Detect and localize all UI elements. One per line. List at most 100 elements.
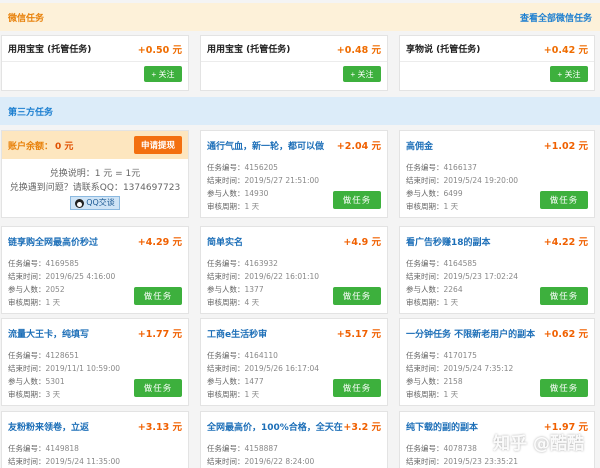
task-title[interactable]: 链享购全网最高价秒过 — [8, 235, 138, 248]
follow-button[interactable]: + 关注 — [144, 66, 182, 82]
task-end-value: 2019/5/24 11:35:00 — [45, 457, 121, 466]
task-id-value: 4078738 — [443, 444, 477, 453]
task-end-label: 结束时间： — [207, 364, 245, 373]
task-id-label: 任务编号： — [207, 351, 245, 360]
task-id-label: 任务编号： — [8, 351, 46, 360]
follow-button[interactable]: + 关注 — [550, 66, 588, 82]
task-id-value: 4163932 — [244, 259, 278, 268]
follow-button[interactable]: + 关注 — [343, 66, 381, 82]
task-reward: +3.13 元 — [137, 422, 182, 433]
wechat-task-title: 用用宝宝 (托管任务) — [207, 45, 291, 55]
help-contact-text: 兑换遇到问题？请联系QQ：1374697723 — [9, 183, 181, 193]
task-card[interactable]: 全网最高价，100%合格，全天在线审+3.2 元任务编号：4158887 结束时间… — [200, 411, 388, 468]
task-title[interactable]: 一分钟任务 不限新老用户的副本 — [406, 327, 544, 340]
task-id-label: 任务编号： — [406, 163, 444, 172]
wechat-task-reward: +0.42 元 — [543, 44, 588, 56]
wechat-task-card[interactable]: 用用宝宝 (托管任务) +0.48 元 + 关注 — [200, 35, 388, 91]
task-id-value: 4164110 — [244, 351, 278, 360]
wechat-section-header: 微信任务 查看全部微信任务 — [0, 3, 600, 31]
balance-label: 账户余额： — [8, 141, 54, 152]
task-card[interactable]: 通行气血，新一轮，都可以做 +2.04 元任务编号：4156205 结束时间：201… — [200, 130, 388, 218]
task-audit-value: 4 天 — [244, 298, 260, 307]
task-card[interactable]: 简单实名 +4.9 元任务编号：4163932 结束时间：2019/6/22 16:… — [200, 226, 388, 314]
task-id-label: 任务编号： — [207, 163, 245, 172]
task-people-value: 6499 — [443, 189, 463, 198]
task-end-label: 结束时间： — [406, 272, 444, 281]
task-reward: +1.77 元 — [137, 329, 182, 340]
task-card-header: 全网最高价，100%合格，全天在线审+3.2 元 — [201, 412, 387, 440]
task-id-value: 4128651 — [45, 351, 79, 360]
task-people-value: 2158 — [443, 377, 463, 386]
do-task-button[interactable]: 做任务 — [333, 287, 381, 305]
balance-amount: 0 元 — [55, 141, 74, 152]
withdraw-button[interactable]: 申请提现 — [133, 136, 182, 154]
task-card-header: 高佣金 +1.02 元 — [400, 131, 594, 159]
task-people-label: 参与人数： — [207, 189, 245, 198]
task-reward: +3.2 元 — [343, 422, 381, 433]
task-card-header: 流量大王卡，纯填写 +1.77 元 — [2, 319, 188, 347]
task-id-value: 4156205 — [244, 163, 278, 172]
task-title[interactable]: 通行气血，新一轮，都可以做 — [207, 139, 337, 152]
task-people-value: 1377 — [244, 285, 264, 294]
task-id-value: 4166137 — [443, 163, 477, 172]
task-end-value: 2019/5/24 19:20:00 — [443, 176, 519, 185]
task-audit-value: 1 天 — [443, 390, 459, 399]
task-title[interactable]: 高佣金 — [406, 139, 544, 152]
task-audit-label: 审核周期： — [207, 390, 245, 399]
task-end-value: 2019/5/23 17:02:24 — [443, 272, 519, 281]
task-end-label: 结束时间： — [207, 176, 245, 185]
task-end-value: 2019/5/23 23:35:21 — [443, 457, 519, 466]
task-card[interactable]: 一分钟任务 不限新老用户的副本 +0.62 元任务编号：4170175 结束时间：2… — [399, 318, 595, 406]
task-id-value: 4170175 — [443, 351, 477, 360]
wechat-task-title: 用用宝宝 (托管任务) — [8, 45, 92, 55]
view-all-wechat-link[interactable]: 查看全部微信任务 — [520, 11, 592, 24]
task-people-label: 参与人数： — [207, 377, 245, 386]
task-card[interactable]: 工商e生活秒审 +5.17 元任务编号：4164110 结束时间：2019/5/26… — [200, 318, 388, 406]
task-end-label: 结束时间： — [207, 457, 245, 466]
task-audit-value: 1 天 — [443, 298, 459, 307]
do-task-button[interactable]: 做任务 — [540, 287, 588, 305]
qq-chat-button[interactable]: QQ交谈 — [70, 196, 120, 210]
task-end-label: 结束时间： — [406, 457, 444, 466]
do-task-button[interactable]: 做任务 — [540, 191, 588, 209]
task-end-label: 结束时间： — [8, 457, 46, 466]
do-task-button[interactable]: 做任务 — [540, 379, 588, 397]
task-card[interactable]: 看广告秒赚18的副本 +4.22 元任务编号：4164585 结束时间：2019/5… — [399, 226, 595, 314]
task-people-label: 参与人数： — [406, 377, 444, 386]
task-title[interactable]: 工商e生活秒审 — [207, 327, 337, 340]
third-party-section-title: 第三方任务 — [8, 107, 54, 118]
task-audit-label: 审核周期： — [207, 202, 245, 211]
task-card[interactable]: 流量大王卡，纯填写 +1.77 元任务编号：4128651 结束时间：2019/11… — [1, 318, 189, 406]
task-people-label: 参与人数： — [207, 285, 245, 294]
task-title[interactable]: 友粉粉来领卷，立返 — [8, 420, 138, 433]
task-title[interactable]: 看广告秒赚18的副本 — [406, 235, 544, 248]
task-info: 任务编号：4149818 结束时间：2019/5/24 11:35:00 — [2, 440, 188, 468]
task-title[interactable]: 简单实名 — [207, 235, 343, 248]
task-audit-label: 审核周期： — [406, 202, 444, 211]
task-audit-label: 审核周期： — [8, 390, 46, 399]
task-end-value: 2019/6/25 4:16:00 — [45, 272, 116, 281]
do-task-button[interactable]: 做任务 — [134, 287, 182, 305]
wechat-task-card[interactable]: 享物说 (托管任务) +0.42 元 + 关注 — [399, 35, 595, 91]
wechat-task-title: 享物说 (托管任务) — [406, 45, 481, 55]
task-info: 任务编号：4158887 结束时间：2019/6/22 8:24:00 — [201, 440, 387, 468]
task-title[interactable]: 流量大王卡，纯填写 — [8, 327, 138, 340]
do-task-button[interactable]: 做任务 — [134, 379, 182, 397]
do-task-button[interactable]: 做任务 — [333, 379, 381, 397]
task-people-label: 参与人数： — [8, 285, 46, 294]
task-reward: +5.17 元 — [336, 329, 381, 340]
task-people-value: 14930 — [244, 189, 269, 198]
task-end-value: 2019/6/22 8:24:00 — [244, 457, 315, 466]
task-card-header: 一分钟任务 不限新老用户的副本 +0.62 元 — [400, 319, 594, 347]
task-people-value: 2052 — [45, 285, 65, 294]
wechat-task-card[interactable]: 用用宝宝 (托管任务) +0.50 元 + 关注 — [1, 35, 189, 91]
task-people-label: 参与人数： — [406, 189, 444, 198]
task-reward: +4.29 元 — [137, 237, 182, 248]
task-card[interactable]: 高佣金 +1.02 元任务编号：4166137 结束时间：2019/5/24 19:… — [399, 130, 595, 218]
task-card[interactable]: 链享购全网最高价秒过 +4.29 元任务编号：4169585 结束时间：2019/6… — [1, 226, 189, 314]
task-reward: +0.62 元 — [543, 329, 588, 340]
do-task-button[interactable]: 做任务 — [333, 191, 381, 209]
task-card[interactable]: 友粉粉来领卷，立返 +3.13 元任务编号：4149818 结束时间：2019/5/… — [1, 411, 189, 468]
task-audit-value: 3 天 — [45, 390, 61, 399]
task-title[interactable]: 全网最高价，100%合格，全天在线审 — [207, 420, 343, 433]
